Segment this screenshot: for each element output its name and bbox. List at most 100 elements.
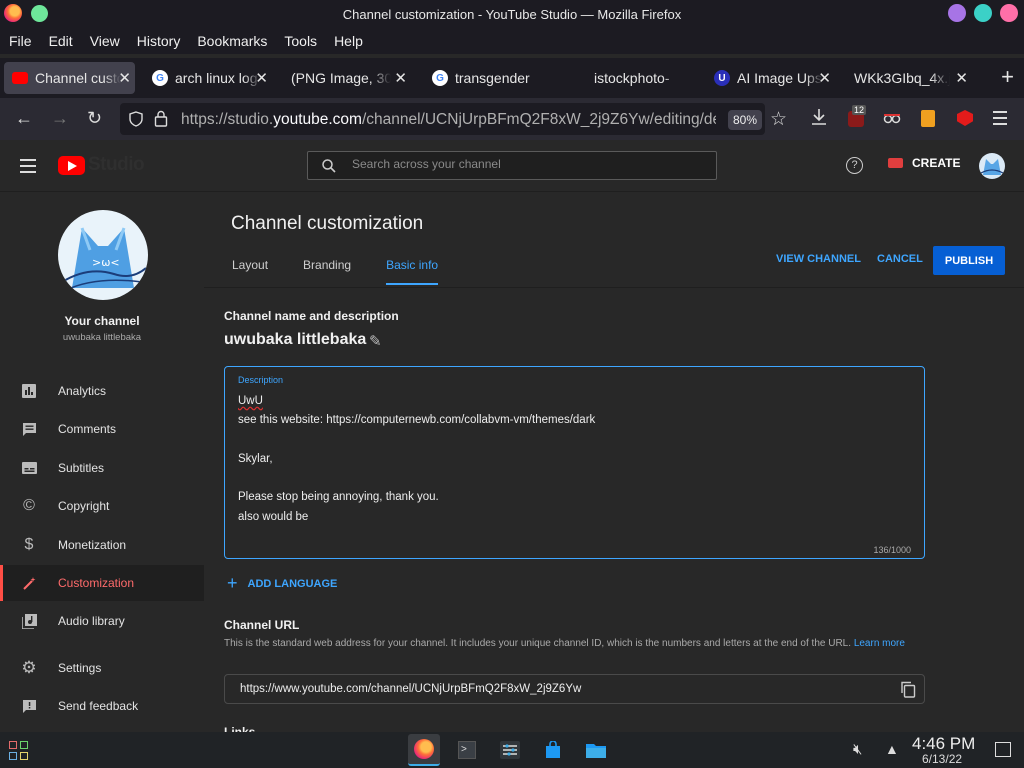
account-avatar[interactable] [979,153,1005,179]
menu-view[interactable]: View [90,33,120,49]
learn-more-link[interactable]: Learn more [854,638,905,649]
taskbar-store-icon[interactable] [537,734,569,766]
create-label: CREATE [912,156,961,170]
description-text[interactable]: UwU see this website: https://computerne… [238,392,595,527]
sidebar-item-subtitles[interactable]: Subtitles [0,450,204,486]
glasses-extension-icon[interactable] [883,111,901,125]
create-button[interactable]: CREATE [888,156,960,170]
taskbar-firefox-icon[interactable] [408,734,440,766]
sidebar-item-comments[interactable]: Comments [0,411,204,447]
taskbar-terminal-icon[interactable]: > [451,734,483,766]
browser-tab-arch-linux[interactable]: G arch linux log ✕ [144,62,272,94]
sidebar-item-customization[interactable]: Customization [0,565,204,601]
taskbar-file-manager-icon[interactable] [580,734,612,766]
show-desktop-icon[interactable] [995,742,1011,757]
close-window-button[interactable] [1000,4,1018,22]
sidebar-item-audio-library[interactable]: Audio library [0,603,204,639]
volume-muted-icon[interactable]: 🔇︎ [853,741,862,758]
sidebar-item-settings[interactable]: ⚙ Settings [0,650,204,686]
character-count: 136/1000 [873,545,911,555]
studio-header: Studio ? CREATE [0,140,1024,192]
tab-strip: Channel customiz ✕ G arch linux log ✕ (P… [0,58,1024,98]
url-text[interactable]: https://studio.youtube.com/channel/UCNjU… [181,111,716,129]
app-menu-icon[interactable] [993,111,1007,125]
menu-history[interactable]: History [137,33,181,49]
sidebar-item-send-feedback[interactable]: Send feedback [0,688,204,724]
address-bar[interactable]: https://studio.youtube.com/channel/UCNjU… [120,103,787,135]
sidebar-item-label: Monetization [58,538,127,552]
browser-tab-wkk3gibq[interactable]: WKk3GIbq_4x.jpg ✕ [846,62,972,94]
sidebar-item-label: Analytics [58,384,107,398]
help-icon[interactable]: ? [846,157,863,174]
page-title: Channel customization [231,213,424,234]
system-tray-expand-icon[interactable]: ▲ [885,741,899,757]
search-box[interactable] [307,151,717,180]
download-icon[interactable] [811,108,827,126]
reload-icon[interactable]: ↻ [87,108,102,129]
app-launcher-icon[interactable] [9,741,28,760]
tab-branding[interactable]: Branding [303,258,351,272]
add-language-button[interactable]: + ADD LANGUAGE [227,573,337,594]
description-line: see this website: https://computernewb.c… [238,414,596,427]
sidebar-item-monetization[interactable]: $ Monetization [0,527,204,563]
youtube-logo-icon[interactable] [58,156,85,175]
extension-orange-icon[interactable] [921,110,935,127]
close-tab-icon[interactable]: ✕ [118,69,131,87]
menu-file[interactable]: File [9,33,32,49]
forward-arrow-icon[interactable]: → [51,108,69,129]
browser-tab-istockphoto[interactable]: istockphoto- [586,62,696,94]
shield-icon[interactable] [128,111,144,127]
zoom-level-badge[interactable]: 80% [728,110,763,130]
cancel-button[interactable]: CANCEL [877,253,923,265]
view-channel-button[interactable]: VIEW CHANNEL [776,253,861,265]
close-tab-icon[interactable]: ✕ [818,69,831,87]
lock-icon[interactable] [154,110,168,127]
menu-help[interactable]: Help [334,33,363,49]
dollar-icon: $ [24,536,34,553]
browser-tab-channel-customization[interactable]: Channel customiz ✕ [4,62,135,94]
copy-icon[interactable] [900,681,916,698]
search-icon [322,159,336,173]
youtube-extension-icon[interactable] [957,110,973,126]
new-tab-button[interactable]: + [1001,64,1014,90]
menu-bookmarks[interactable]: Bookmarks [197,33,267,49]
browser-tab-ai-image-upscaler[interactable]: U AI Image Ups ✕ [706,62,835,94]
menu-bar: File Edit View History Bookmarks Tools H… [0,28,1024,54]
close-tab-icon[interactable]: ✕ [255,69,268,87]
bookmark-star-icon[interactable]: ☆ [770,108,787,131]
magic-wand-icon [21,575,37,591]
hamburger-menu-icon[interactable] [20,159,36,177]
sidebar-item-analytics[interactable]: Analytics [0,373,204,409]
window-menu-dot-icon[interactable] [31,5,48,22]
taskbar-system-settings-icon[interactable] [494,734,526,766]
studio-page: Studio ? CREATE >ω< Your channel uwubaka… [0,140,1024,732]
google-icon: G [152,70,168,86]
svg-text:>ω<: >ω< [92,256,120,269]
description-textarea[interactable]: Description UwU see this website: https:… [224,366,925,559]
studio-logo-text[interactable]: Studio [88,154,145,176]
channel-avatar[interactable]: >ω< [58,210,148,300]
clock-time[interactable]: 4:46 PM [912,734,975,754]
channel-url-description: This is the standard web address for you… [224,638,905,649]
clock-date[interactable]: 6/13/22 [922,752,962,766]
tab-label: (PNG Image, 300 [291,70,391,86]
search-input[interactable] [352,157,702,171]
sidebar-item-copyright[interactable]: © Copyright [0,488,204,524]
comments-icon [21,421,37,437]
browser-tab-png-image[interactable]: (PNG Image, 300 ✕ [283,62,411,94]
tab-basic-info[interactable]: Basic info [386,258,439,285]
menu-edit[interactable]: Edit [49,33,73,49]
channel-url-field[interactable]: https://www.youtube.com/channel/UCNjUrpB… [224,674,925,704]
main-content: Channel customization Layout Branding Ba… [204,192,1024,732]
menu-tools[interactable]: Tools [284,33,317,49]
close-tab-icon[interactable]: ✕ [955,69,968,87]
edit-pencil-icon[interactable]: ✎ [369,332,382,350]
tab-label: istockphoto- [594,70,670,86]
publish-button[interactable]: PUBLISH [933,246,1005,275]
maximize-button[interactable] [974,4,992,22]
back-arrow-icon[interactable]: ← [15,108,33,129]
close-tab-icon[interactable]: ✕ [394,69,407,87]
tab-layout[interactable]: Layout [232,258,268,272]
browser-tab-transgender[interactable]: G transgender [424,62,552,94]
minimize-button[interactable] [948,4,966,22]
